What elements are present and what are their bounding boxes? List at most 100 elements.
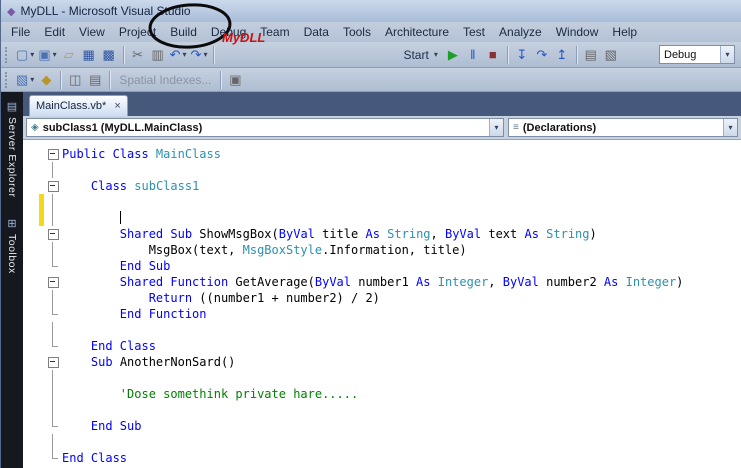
open-file-button[interactable]: ▱: [59, 45, 79, 65]
fold-marker[interactable]: [44, 274, 62, 290]
fold-marker[interactable]: [44, 258, 62, 274]
fold-marker[interactable]: [44, 354, 62, 370]
line-gutter: [23, 434, 39, 450]
chevron-down-icon[interactable]: ▾: [723, 119, 737, 136]
code-line[interactable]: [23, 194, 741, 210]
chevron-down-icon[interactable]: ▾: [489, 119, 503, 136]
code-line[interactable]: End Function: [23, 306, 741, 322]
fold-marker[interactable]: [44, 146, 62, 162]
break-all-button[interactable]: ‖: [463, 45, 483, 65]
manage-indexes-button[interactable]: ▤: [85, 70, 105, 90]
menu-item-window[interactable]: Window: [549, 23, 606, 41]
code-text: End Class: [90, 339, 156, 353]
undo-button[interactable]: ↶ ▾: [168, 45, 189, 65]
fold-marker[interactable]: [44, 370, 62, 386]
code-line[interactable]: Shared Function GetAverage(ByVal number1…: [23, 274, 741, 290]
chevron-down-icon[interactable]: ▾: [720, 46, 734, 63]
fulltext-index-button[interactable]: ▣: [225, 70, 245, 90]
close-tab-icon[interactable]: ×: [114, 100, 120, 112]
start-dropdown[interactable]: Start ▾: [398, 45, 442, 65]
types-dropdown[interactable]: ◈ subClass1 (MyDLL.MainClass) ▾: [26, 118, 504, 137]
toolbar-grip[interactable]: [5, 71, 10, 88]
menu-item-project[interactable]: Project: [112, 23, 163, 41]
fold-marker[interactable]: [44, 402, 62, 418]
code-area: Public Class MainClass Class subClass1 S…: [23, 146, 741, 466]
menu-item-file[interactable]: File: [4, 23, 37, 41]
start-debugging-button[interactable]: ▶: [443, 45, 463, 65]
fold-marker[interactable]: [44, 434, 62, 450]
code-line[interactable]: End Sub: [23, 418, 741, 434]
relationships-button[interactable]: ◫: [65, 70, 85, 90]
fold-marker[interactable]: [44, 338, 62, 354]
step-over-button[interactable]: ↷: [532, 45, 552, 65]
menu-item-help[interactable]: Help: [605, 23, 644, 41]
fold-marker[interactable]: [44, 226, 62, 242]
step-into-button[interactable]: ↧: [512, 45, 532, 65]
code-line[interactable]: Return ((number1 + number2) / 2): [23, 290, 741, 306]
immediate-window-button[interactable]: ▤: [581, 45, 601, 65]
side-tab-server-explorer[interactable]: ▤ Server Explorer: [6, 100, 18, 197]
add-new-item-button[interactable]: ▣ ▾: [36, 45, 58, 65]
code-line[interactable]: 'Dose somethink private hare.....: [23, 386, 741, 402]
code-line[interactable]: MsgBox(text, MsgBoxStyle.Information, ti…: [23, 242, 741, 258]
toolbar-grip[interactable]: [5, 46, 10, 63]
menu-item-team[interactable]: Team: [253, 23, 296, 41]
primary-key-button[interactable]: ◆: [36, 70, 56, 90]
output-window-button[interactable]: ▧: [601, 45, 621, 65]
menu-item-data[interactable]: Data: [297, 23, 336, 41]
code-line[interactable]: [23, 370, 741, 386]
document-tab-strip: MainClass.vb* ×: [23, 92, 741, 116]
side-tab-toolbox[interactable]: ⊞ Toolbox: [6, 217, 18, 274]
generate-change-script-icon: ▧: [16, 72, 29, 87]
solution-configurations-combo[interactable]: Debug ▾: [659, 45, 735, 64]
fold-marker[interactable]: [44, 242, 62, 258]
cut-button[interactable]: ✂: [128, 45, 148, 65]
line-gutter: [23, 338, 39, 354]
code-line[interactable]: [23, 322, 741, 338]
menu-item-architecture[interactable]: Architecture: [378, 23, 456, 41]
generate-change-script-button[interactable]: ▧ ▾: [14, 70, 36, 90]
menu-item-build[interactable]: Build: [163, 23, 204, 41]
menu-item-edit[interactable]: Edit: [37, 23, 72, 41]
save-all-button[interactable]: ▩: [99, 45, 119, 65]
new-project-button[interactable]: ▢ ▾: [14, 45, 36, 65]
menu-item-view[interactable]: View: [72, 23, 112, 41]
fold-marker[interactable]: [44, 322, 62, 338]
menu-item-analyze[interactable]: Analyze: [492, 23, 549, 41]
save-button[interactable]: ▦: [79, 45, 99, 65]
fold-marker[interactable]: [44, 178, 62, 194]
code-line[interactable]: Class subClass1: [23, 178, 741, 194]
stop-debugging-button[interactable]: ■: [483, 45, 503, 65]
fold-marker[interactable]: [44, 290, 62, 306]
line-gutter: [23, 258, 39, 274]
copy-button[interactable]: ▥: [148, 45, 168, 65]
menu-item-test[interactable]: Test: [456, 23, 492, 41]
code-line[interactable]: [23, 402, 741, 418]
fold-marker[interactable]: [44, 306, 62, 322]
fold-marker[interactable]: [44, 418, 62, 434]
menu-item-debug[interactable]: Debug: [204, 23, 253, 41]
code-line[interactable]: Public Class MainClass: [23, 146, 741, 162]
fold-marker[interactable]: [44, 162, 62, 178]
step-out-button[interactable]: ↥: [552, 45, 572, 65]
code-line[interactable]: [23, 434, 741, 450]
code-line[interactable]: End Sub: [23, 258, 741, 274]
code-line[interactable]: [23, 210, 741, 226]
code-line[interactable]: [23, 162, 741, 178]
line-gutter: [23, 322, 39, 338]
code-line[interactable]: End Class: [23, 338, 741, 354]
code-line[interactable]: Shared Sub ShowMsgBox(ByVal title As Str…: [23, 226, 741, 242]
menu-item-tools[interactable]: Tools: [336, 23, 378, 41]
fold-marker[interactable]: [44, 450, 62, 466]
code-editor[interactable]: Public Class MainClass Class subClass1 S…: [23, 140, 741, 468]
tab-mainclass-vb[interactable]: MainClass.vb* ×: [29, 95, 128, 116]
fold-marker[interactable]: [44, 386, 62, 402]
redo-button[interactable]: ↷ ▾: [189, 45, 210, 65]
code-line[interactable]: Sub AnotherNonSard(): [23, 354, 741, 370]
members-dropdown[interactable]: ≡ (Declarations) ▾: [508, 118, 738, 137]
main-area: ▤ Server Explorer ⊞ Toolbox MainClass.vb* ×…: [1, 92, 741, 468]
fold-marker[interactable]: [44, 194, 62, 210]
fold-marker[interactable]: [44, 210, 62, 226]
vs-window: ◆ MyDLL - Microsoft Visual Studio File Ed…: [0, 0, 741, 468]
code-line[interactable]: End Class: [23, 450, 741, 466]
